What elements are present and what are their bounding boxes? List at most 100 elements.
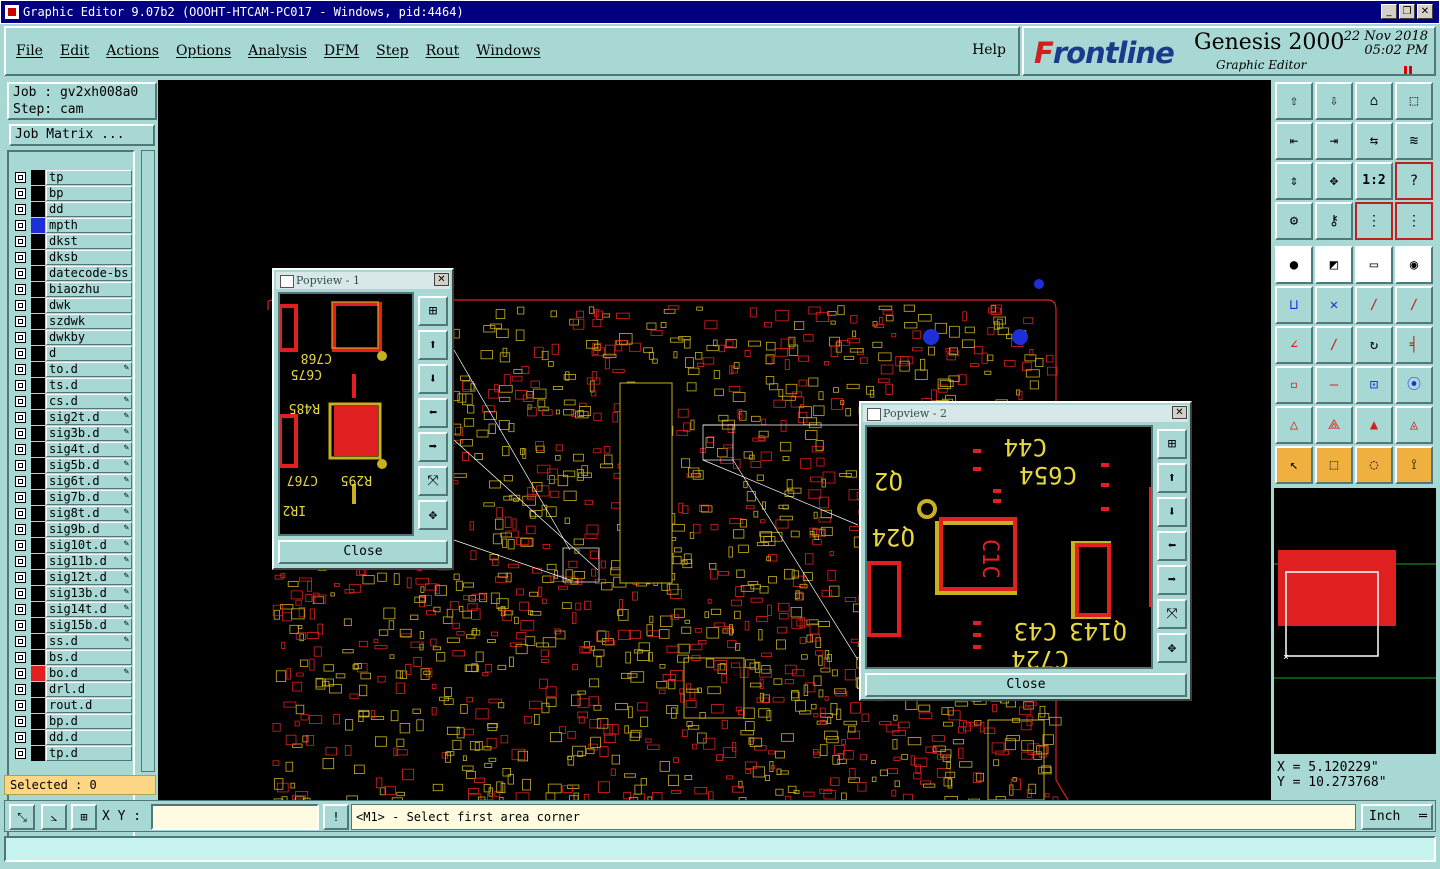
layer-checkbox[interactable]	[15, 524, 26, 535]
pv2-pan-left-icon[interactable]: ⬅	[1157, 531, 1187, 561]
layer-row[interactable]: to.d ✎	[13, 362, 133, 377]
layer-checkbox[interactable]	[15, 236, 26, 247]
menu-edit[interactable]: Edit	[60, 43, 89, 59]
layer-row[interactable]: szdwk	[13, 314, 133, 329]
layer-name[interactable]: cs.d	[46, 394, 132, 409]
triangle-arc-icon[interactable]: ▲	[1355, 406, 1393, 444]
layer-color-swatch[interactable]	[31, 570, 45, 585]
layer-checkbox[interactable]	[15, 300, 26, 311]
layer-color-swatch[interactable]	[31, 410, 45, 425]
layer-row[interactable]: ts.d	[13, 378, 133, 393]
layer-color-swatch[interactable]	[31, 378, 45, 393]
layer-row[interactable]: sig7b.d ✎	[13, 490, 133, 505]
select-net-icon[interactable]: ⟟	[1395, 446, 1433, 484]
net-compare-icon[interactable]: ⋮	[1395, 202, 1433, 240]
menu-help[interactable]: Help	[972, 42, 1006, 58]
fit-vertical-icon[interactable]: ⇕	[1275, 162, 1313, 200]
overview-map[interactable]: ×	[1274, 488, 1436, 754]
cross-icon[interactable]: ✕	[1315, 286, 1353, 324]
layer-name[interactable]: drl.d	[46, 682, 132, 697]
layer-row[interactable]: sig6t.d ✎	[13, 474, 133, 489]
layer-row[interactable]: sig13b.d ✎	[13, 586, 133, 601]
minimize-icon[interactable]: _	[1381, 4, 1397, 19]
layer-checkbox[interactable]	[15, 460, 26, 471]
layer-color-swatch[interactable]	[31, 218, 45, 233]
net-icon[interactable]: ⋮	[1355, 202, 1393, 240]
layer-row[interactable]: rout.d	[13, 698, 133, 713]
layer-checkbox[interactable]	[15, 508, 26, 519]
menu-rout[interactable]: Rout	[426, 43, 460, 59]
layer-row[interactable]: bo.d ✎	[13, 666, 133, 681]
pv2-pan-right-icon[interactable]: ➡	[1157, 565, 1187, 595]
query-icon[interactable]: ?	[1395, 162, 1433, 200]
layer-name[interactable]: to.d	[46, 362, 132, 377]
layer-name[interactable]: rout.d	[46, 698, 132, 713]
layer-color-swatch[interactable]	[31, 186, 45, 201]
layer-color-swatch[interactable]	[31, 362, 45, 377]
job-matrix-button[interactable]: Job Matrix ...	[9, 124, 155, 146]
layer-name[interactable]: sig15b.d	[46, 618, 132, 633]
layer-color-swatch[interactable]	[31, 698, 45, 713]
menu-windows[interactable]: Windows	[476, 43, 540, 59]
layer-color-swatch[interactable]	[31, 602, 45, 617]
layer-row[interactable]: dd.d	[13, 730, 133, 745]
menu-step[interactable]: Step	[376, 43, 408, 59]
pv1-zoom-icon[interactable]: ⊞	[418, 296, 448, 326]
layer-checkbox[interactable]	[15, 556, 26, 567]
layer-checkbox[interactable]	[15, 444, 26, 455]
xy-input[interactable]	[151, 804, 319, 830]
layer-checkbox[interactable]	[15, 684, 26, 695]
layer-color-swatch[interactable]	[31, 442, 45, 457]
menu-file[interactable]: File	[16, 43, 43, 59]
layer-color-swatch[interactable]	[31, 506, 45, 521]
layer-name[interactable]: bp.d	[46, 714, 132, 729]
layer-name[interactable]: ts.d	[46, 378, 132, 393]
menu-actions[interactable]: Actions	[106, 43, 159, 59]
layer-color-swatch[interactable]	[31, 426, 45, 441]
pv2-zoom-icon[interactable]: ⊞	[1157, 429, 1187, 459]
layer-row[interactable]: tp	[13, 170, 133, 185]
layer-row[interactable]: sig8t.d ✎	[13, 506, 133, 521]
layer-checkbox[interactable]	[15, 588, 26, 599]
layer-name[interactable]: sig4t.d	[46, 442, 132, 457]
layer-row[interactable]: biaozhu	[13, 282, 133, 297]
layer-color-swatch[interactable]	[31, 170, 45, 185]
popview-1-close-button[interactable]: Close	[278, 540, 448, 564]
pan-left-icon[interactable]: ⇤	[1275, 122, 1313, 160]
layer-name[interactable]: sig11b.d	[46, 554, 132, 569]
snap-angle-icon[interactable]: ⦣	[41, 804, 67, 830]
layer-name[interactable]: tp	[46, 170, 132, 185]
grid-icon[interactable]: ⊞	[71, 804, 97, 830]
layer-color-swatch[interactable]	[31, 346, 45, 361]
layer-name[interactable]: datecode-bs	[46, 266, 132, 281]
snap-icon[interactable]: ⤡	[9, 804, 35, 830]
layer-checkbox[interactable]	[15, 348, 26, 359]
popview-2-close-icon[interactable]: ✕	[1172, 406, 1187, 419]
zoom-xy-icon[interactable]: ⬚	[1395, 82, 1433, 120]
layer-color-swatch[interactable]	[31, 314, 45, 329]
layer-color-swatch[interactable]	[31, 298, 45, 313]
pv2-pan-up-icon[interactable]: ⬆	[1157, 463, 1187, 493]
layer-row[interactable]: cs.d ✎	[13, 394, 133, 409]
layer-name[interactable]: sig3b.d	[46, 426, 132, 441]
alert-icon[interactable]: !	[323, 804, 349, 830]
layer-name[interactable]: sig8t.d	[46, 506, 132, 521]
popview-1-close-icon[interactable]: ✕	[434, 273, 449, 286]
layer-checkbox[interactable]	[15, 220, 26, 231]
layer-checkbox[interactable]	[15, 604, 26, 615]
layer-row[interactable]: sig15b.d ✎	[13, 618, 133, 633]
layer-row[interactable]: dwkby	[13, 330, 133, 345]
pv2-zoom-in-icon[interactable]: ⤧	[1157, 599, 1187, 629]
layer-name[interactable]: dwk	[46, 298, 132, 313]
layer-checkbox[interactable]	[15, 748, 26, 759]
layer-checkbox[interactable]	[15, 268, 26, 279]
layer-checkbox[interactable]	[15, 316, 26, 327]
layer-row[interactable]: sig14t.d ✎	[13, 602, 133, 617]
layer-row[interactable]: mpth	[13, 218, 133, 233]
layer-row[interactable]: sig4t.d ✎	[13, 442, 133, 457]
triangle-icon[interactable]: △	[1275, 406, 1313, 444]
layer-row[interactable]: sig3b.d ✎	[13, 426, 133, 441]
layer-row[interactable]: sig9b.d ✎	[13, 522, 133, 537]
menu-analysis[interactable]: Analysis	[248, 43, 307, 59]
arc-icon[interactable]: ↻	[1355, 326, 1393, 364]
